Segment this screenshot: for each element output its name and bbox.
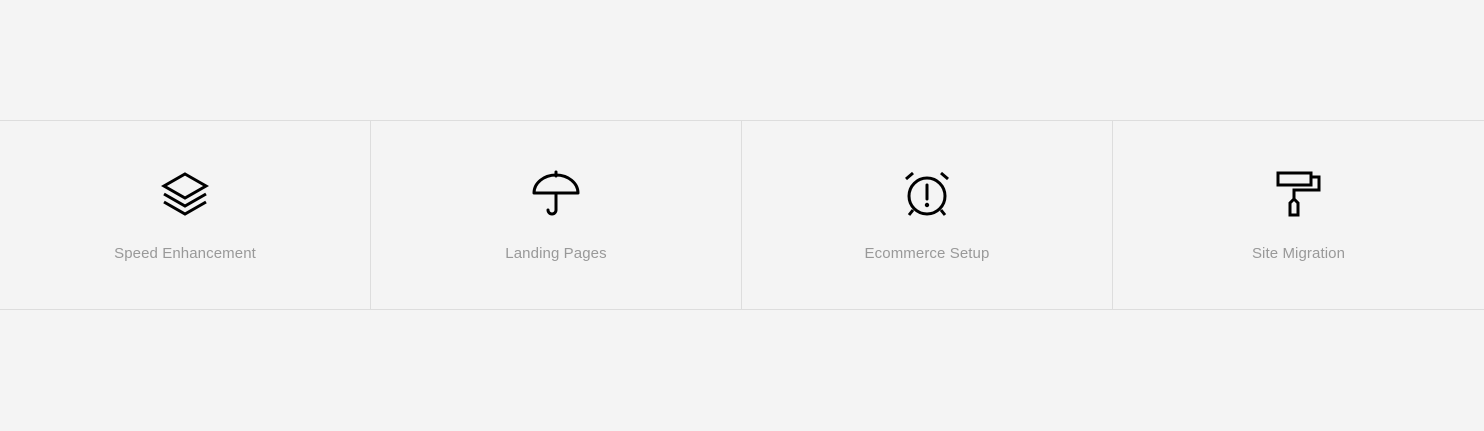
services-strip: Speed Enhancement Landing Pages Ecommerc bbox=[0, 120, 1484, 310]
service-card-site-migration[interactable]: Site Migration bbox=[1113, 121, 1484, 309]
service-label: Ecommerce Setup bbox=[864, 245, 990, 262]
service-label: Speed Enhancement bbox=[114, 245, 256, 262]
service-card-landing-pages[interactable]: Landing Pages bbox=[371, 121, 742, 309]
paint-roller-icon bbox=[1275, 170, 1323, 218]
alarm-clock-icon bbox=[903, 170, 951, 218]
service-label: Landing Pages bbox=[505, 245, 607, 262]
umbrella-icon bbox=[532, 170, 580, 218]
service-label: Site Migration bbox=[1251, 245, 1346, 262]
service-card-ecommerce-setup[interactable]: Ecommerce Setup bbox=[742, 121, 1113, 309]
layers-icon bbox=[161, 170, 209, 218]
service-card-speed-enhancement[interactable]: Speed Enhancement bbox=[0, 121, 371, 309]
